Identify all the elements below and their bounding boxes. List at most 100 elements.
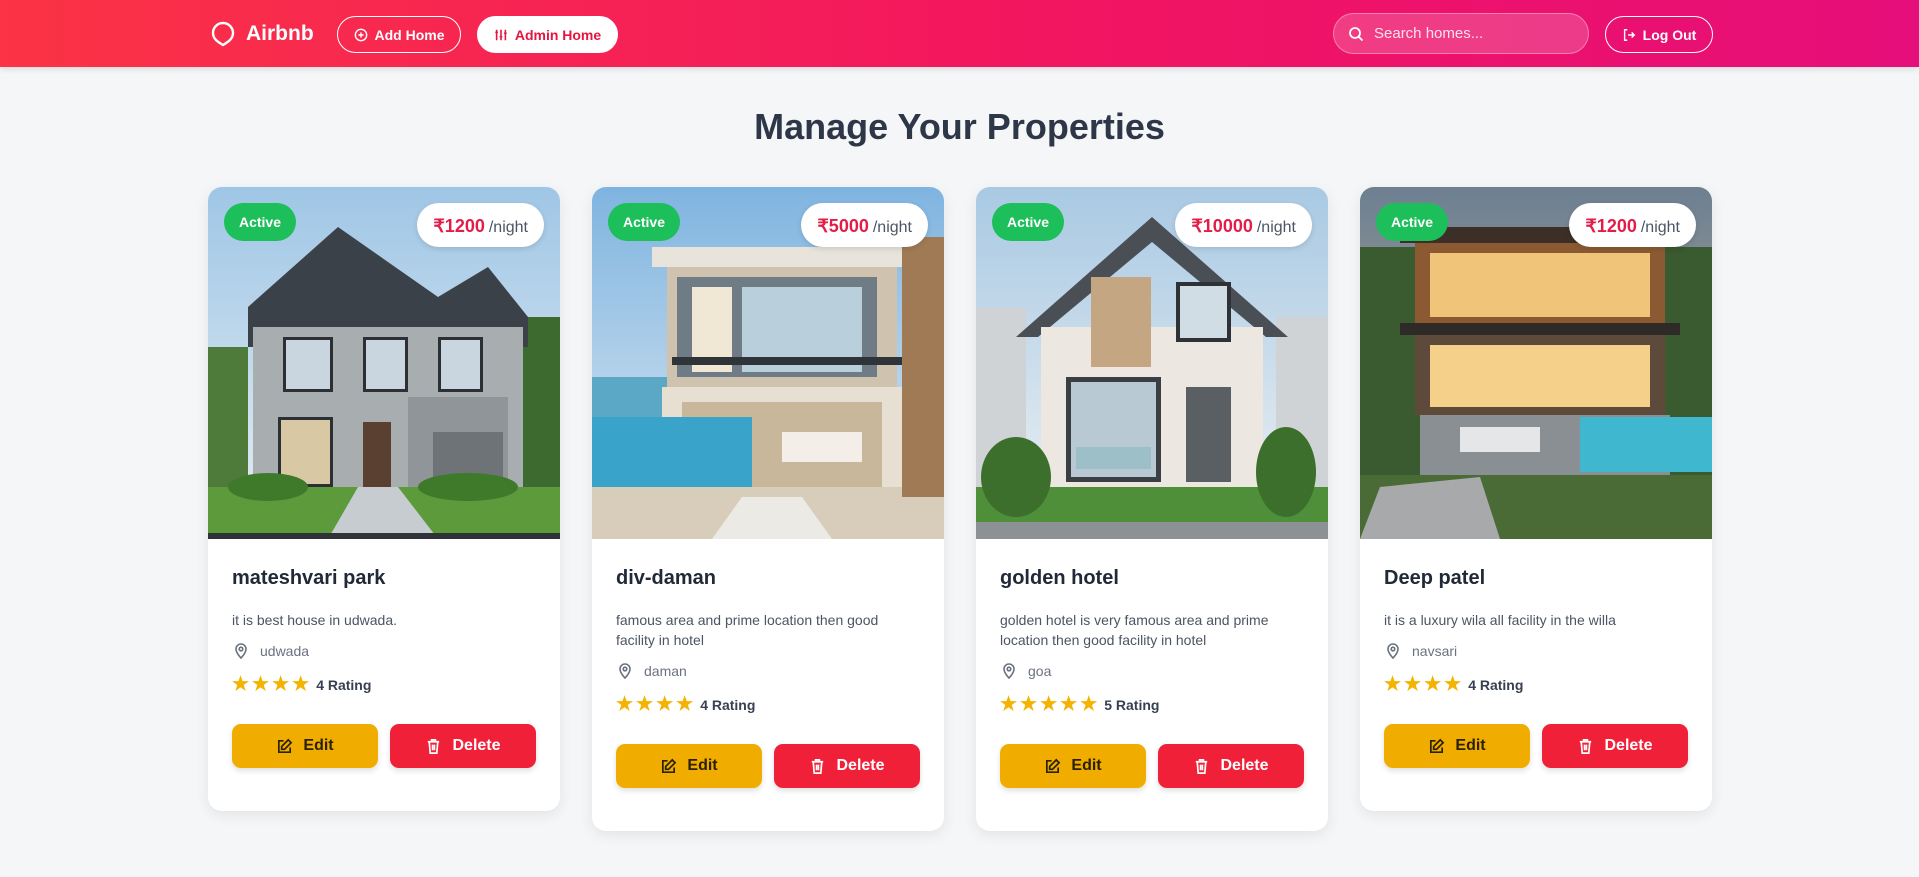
property-location: udwada (232, 642, 536, 660)
location-text: udwada (260, 643, 310, 659)
price-amount: ₹1200 (1585, 216, 1637, 236)
star-icon: ★ (1404, 674, 1422, 695)
property-image: Active ₹10000 /night (976, 187, 1328, 539)
star-icon: ★ (616, 694, 634, 715)
property-description: it is a luxury wila all facility in the … (1384, 612, 1616, 628)
status-badge: Active (224, 203, 296, 241)
brand-name: Airbnb (246, 22, 314, 45)
trash-icon (812, 758, 824, 774)
star-icon: ★ (1424, 674, 1442, 695)
property-title: Deep patel (1384, 567, 1486, 589)
rating-text: 4 Rating (700, 696, 756, 713)
price-amount: ₹10000 (1191, 216, 1253, 236)
property-rating: ★ ★ ★ ★ 4 Rating (616, 695, 920, 714)
property-card: Active ₹1200 /night mateshvari park it i… (208, 187, 560, 811)
edit-label: Edit (303, 737, 334, 754)
edit-icon (662, 758, 677, 773)
property-title: golden hotel (1000, 567, 1119, 589)
map-pin-icon (1003, 663, 1015, 680)
rating-text: 5 Rating (1104, 696, 1160, 713)
star-icon: ★ (1384, 674, 1402, 695)
price-unit: /night (488, 219, 528, 236)
map-pin-icon (619, 663, 631, 680)
page-title: Manage Your Properties (754, 106, 1165, 147)
delete-button[interactable]: Delete (774, 744, 920, 788)
logout-label: Log Out (1642, 26, 1697, 43)
property-rating: ★ ★ ★ ★ 4 Rating (1384, 675, 1688, 694)
add-home-button[interactable]: Add Home (337, 16, 461, 53)
property-rating: ★ ★ ★ ★ ★ 5 Rating (1000, 695, 1304, 714)
property-image: Active ₹5000 /night (592, 187, 944, 539)
trash-icon (428, 738, 440, 754)
airbnb-logo-icon (211, 21, 235, 47)
property-card: Active ₹5000 /night div-daman famous are… (592, 187, 944, 831)
property-description: it is best house in udwada. (232, 612, 397, 628)
edit-button[interactable]: Edit (1384, 724, 1530, 768)
price-pill: ₹10000 /night (1175, 203, 1312, 247)
property-image: Active ₹1200 /night (1360, 187, 1712, 539)
star-icon: ★ (1444, 674, 1462, 695)
price-pill: ₹1200 /night (417, 203, 544, 247)
price-amount: ₹5000 (817, 216, 869, 236)
edit-icon (278, 738, 293, 753)
brand-logo[interactable]: Airbnb (210, 19, 314, 49)
delete-button[interactable]: Delete (390, 724, 536, 768)
plus-circle-icon (354, 28, 367, 41)
price-unit: /night (1256, 219, 1296, 236)
delete-button[interactable]: Delete (1158, 744, 1304, 788)
star-icon: ★ (1060, 694, 1078, 715)
search-box[interactable] (1333, 13, 1589, 54)
edit-button[interactable]: Edit (1000, 744, 1146, 788)
price-unit: /night (872, 219, 912, 236)
star-icon: ★ (232, 674, 250, 695)
status-badge: Active (992, 203, 1064, 241)
location-text: goa (1028, 663, 1052, 679)
delete-button[interactable]: Delete (1542, 724, 1688, 768)
add-home-label: Add Home (374, 26, 445, 43)
property-title: div-daman (616, 567, 717, 589)
star-icon: ★ (272, 674, 290, 695)
edit-button[interactable]: Edit (232, 724, 378, 768)
location-text: navsari (1412, 643, 1458, 659)
price-amount: ₹1200 (433, 216, 485, 236)
price-pill: ₹5000 /night (801, 203, 928, 247)
property-card: Active ₹10000 /night golden hotel golden… (976, 187, 1328, 831)
rating-text: 4 Rating (316, 676, 372, 693)
edit-label: Edit (1071, 757, 1102, 774)
star-icon: ★ (1000, 694, 1018, 715)
star-icon: ★ (1020, 694, 1038, 715)
star-icon: ★ (292, 674, 310, 695)
property-location: daman (616, 662, 920, 680)
location-text: daman (644, 663, 687, 679)
map-pin-icon (1387, 643, 1399, 660)
property-description: famous area and prime location then good… (616, 612, 879, 648)
trash-icon (1580, 738, 1592, 754)
property-title: mateshvari park (232, 567, 386, 589)
price-pill: ₹1200 /night (1569, 203, 1696, 247)
edit-icon (1430, 738, 1445, 753)
search-input[interactable] (1374, 25, 1574, 42)
property-rating: ★ ★ ★ ★ 4 Rating (232, 675, 536, 694)
star-icon: ★ (252, 674, 270, 695)
property-description: golden hotel is very famous area and pri… (1000, 612, 1269, 648)
edit-label: Edit (1455, 737, 1486, 754)
price-unit: /night (1640, 219, 1680, 236)
admin-home-button[interactable]: Admin Home (477, 16, 618, 53)
delete-label: Delete (452, 737, 501, 754)
map-pin-icon (235, 643, 247, 660)
delete-label: Delete (1220, 757, 1269, 774)
edit-button[interactable]: Edit (616, 744, 762, 788)
trash-icon (1196, 758, 1208, 774)
property-image: Active ₹1200 /night (208, 187, 560, 539)
star-icon: ★ (1040, 694, 1058, 715)
status-badge: Active (1376, 203, 1448, 241)
property-location: navsari (1384, 642, 1688, 660)
edit-label: Edit (687, 757, 718, 774)
logout-button[interactable]: Log Out (1605, 16, 1713, 53)
property-card: Active ₹1200 /night Deep patel it is a l… (1360, 187, 1712, 811)
star-icon: ★ (656, 694, 674, 715)
sliders-icon (495, 29, 507, 40)
search-icon (1349, 26, 1364, 41)
star-icon: ★ (1080, 694, 1098, 715)
delete-label: Delete (836, 757, 885, 774)
